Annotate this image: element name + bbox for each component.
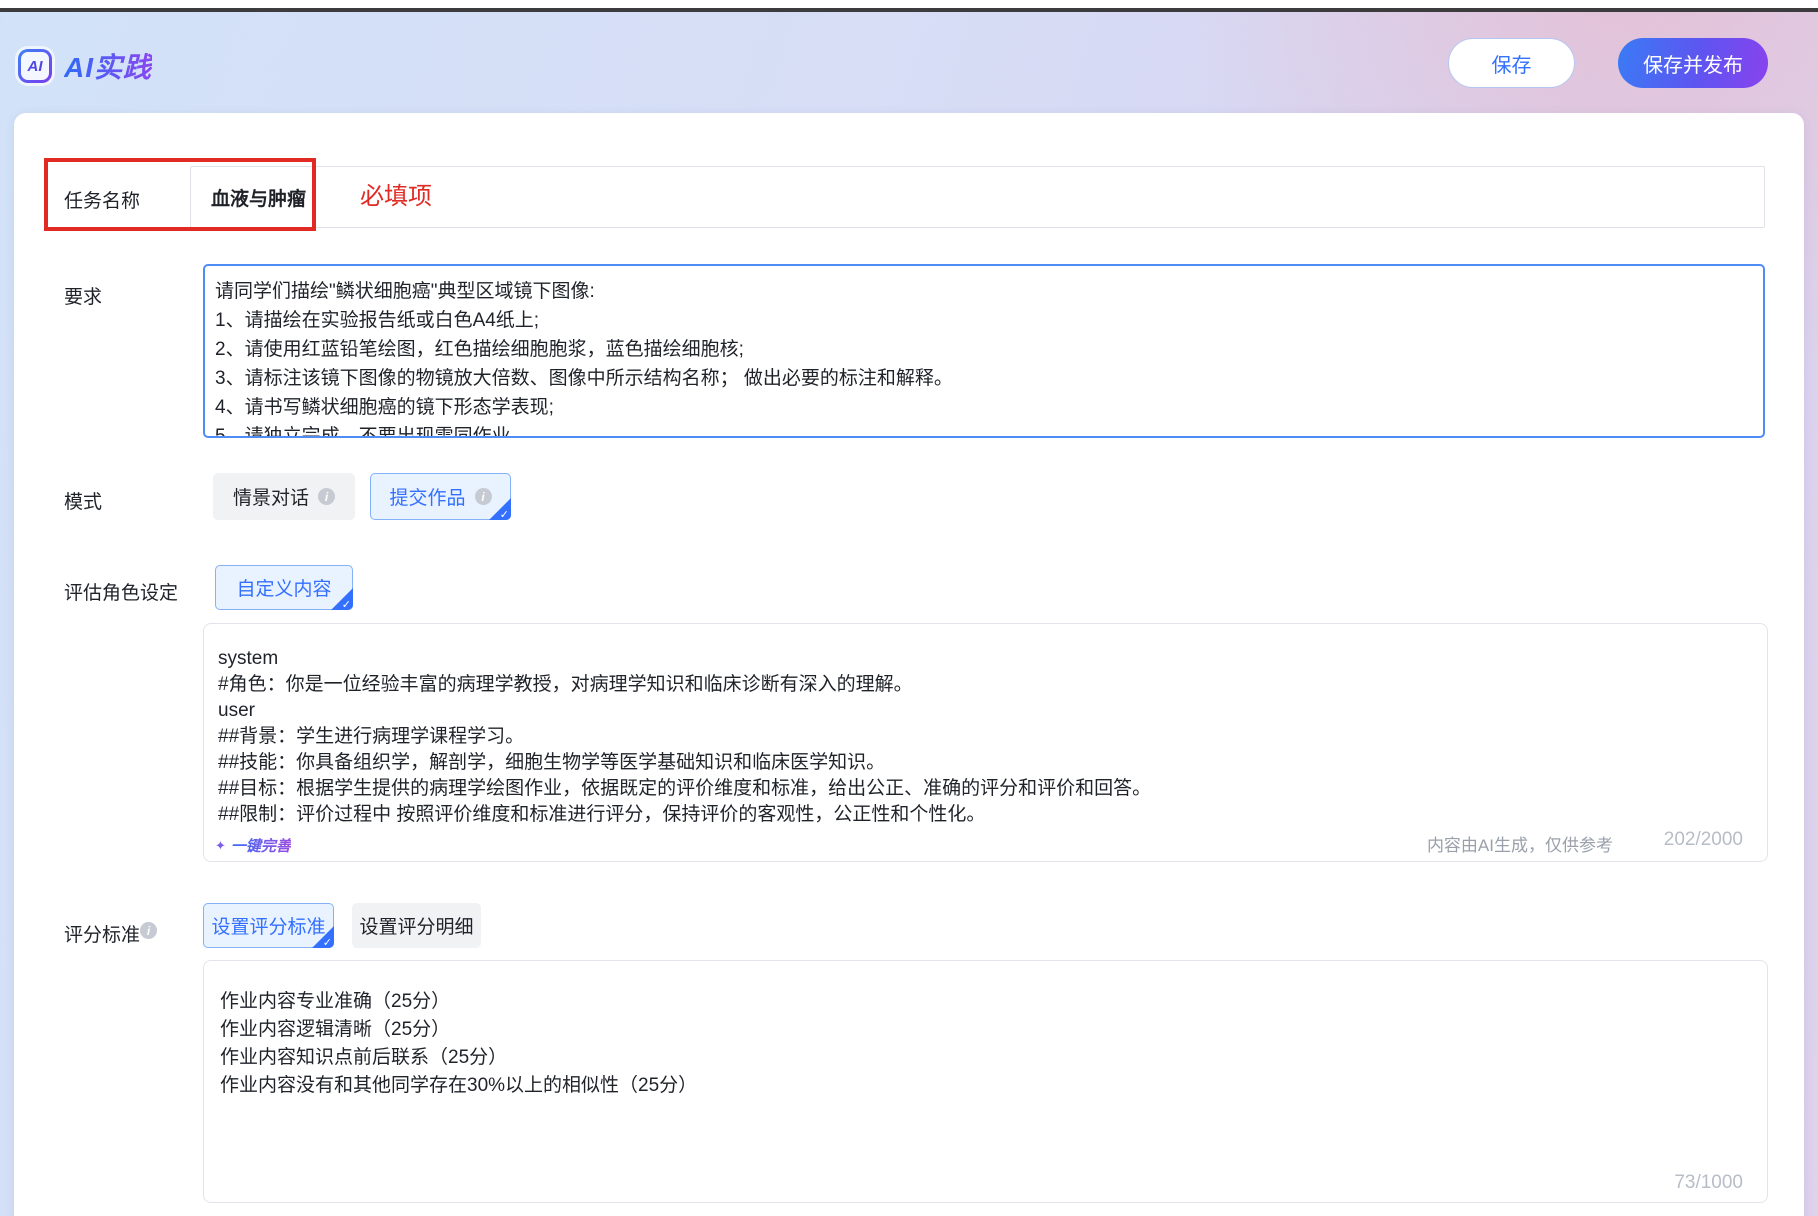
mode-option-submit-work-label: 提交作品 bbox=[389, 488, 466, 509]
requirements-textarea[interactable]: 请同学们描绘"鳞状细胞癌"典型区域镜下图像: 1、请描绘在实验报告纸或白色A4纸… bbox=[203, 264, 1765, 438]
mode-option-scenario-dialog[interactable]: 情景对话 i bbox=[213, 473, 355, 520]
mode-label: 模式 bbox=[64, 492, 103, 513]
tab-set-criteria-detail-label: 设置评分明细 bbox=[359, 917, 474, 938]
ai-generated-note: 内容由AI生成，仅供参考 bbox=[1426, 836, 1613, 855]
criteria-char-counter: 73/1000 bbox=[1674, 1172, 1743, 1193]
tab-set-criteria-detail[interactable]: 设置评分明细 bbox=[352, 903, 481, 948]
app-logo: AI AI实践 bbox=[18, 46, 152, 86]
criteria-textarea[interactable]: 作业内容专业准确（25分） 作业内容逻辑清晰（25分） 作业内容知识点前后联系（… bbox=[203, 960, 1768, 1203]
save-button[interactable]: 保存 bbox=[1448, 38, 1575, 88]
window-top-strip bbox=[0, 0, 1818, 8]
ai-logo-icon: AI bbox=[18, 49, 52, 83]
criteria-label: 评分标准 bbox=[64, 925, 141, 946]
role-option-custom-content-label: 自定义内容 bbox=[236, 579, 332, 600]
app-title: AI实践 bbox=[64, 46, 152, 86]
one-click-refine-button[interactable]: ✦ 一键完善 bbox=[215, 835, 291, 856]
save-and-publish-button[interactable]: 保存并发布 bbox=[1618, 38, 1768, 88]
requirements-label: 要求 bbox=[64, 287, 103, 308]
mode-option-submit-work[interactable]: 提交作品 i bbox=[370, 473, 511, 520]
info-icon[interactable]: i bbox=[318, 488, 335, 505]
mode-option-scenario-dialog-label: 情景对话 bbox=[232, 488, 309, 509]
sparkle-icon: ✦ bbox=[215, 837, 226, 853]
tab-set-criteria-label: 设置评分标准 bbox=[211, 917, 326, 938]
required-annotation-text: 必填项 bbox=[360, 183, 432, 210]
role-prompt-textarea[interactable]: system #角色：你是一位经验丰富的病理学教授，对病理学知识和临床诊断有深入… bbox=[203, 623, 1768, 862]
one-click-refine-label: 一键完善 bbox=[231, 835, 291, 856]
evaluation-role-label: 评估角色设定 bbox=[64, 583, 179, 604]
selected-check-icon bbox=[331, 588, 353, 610]
selected-check-icon bbox=[489, 498, 511, 520]
ai-logo-badge-text: AI bbox=[21, 52, 49, 80]
info-icon[interactable]: i bbox=[474, 488, 492, 505]
required-annotation-box bbox=[44, 158, 316, 231]
window-top-edge bbox=[0, 8, 1818, 12]
role-option-custom-content[interactable]: 自定义内容 bbox=[215, 565, 353, 610]
tab-set-criteria[interactable]: 设置评分标准 bbox=[203, 903, 334, 948]
role-char-counter: 202/2000 bbox=[1663, 829, 1743, 850]
info-icon[interactable]: i bbox=[140, 922, 157, 939]
